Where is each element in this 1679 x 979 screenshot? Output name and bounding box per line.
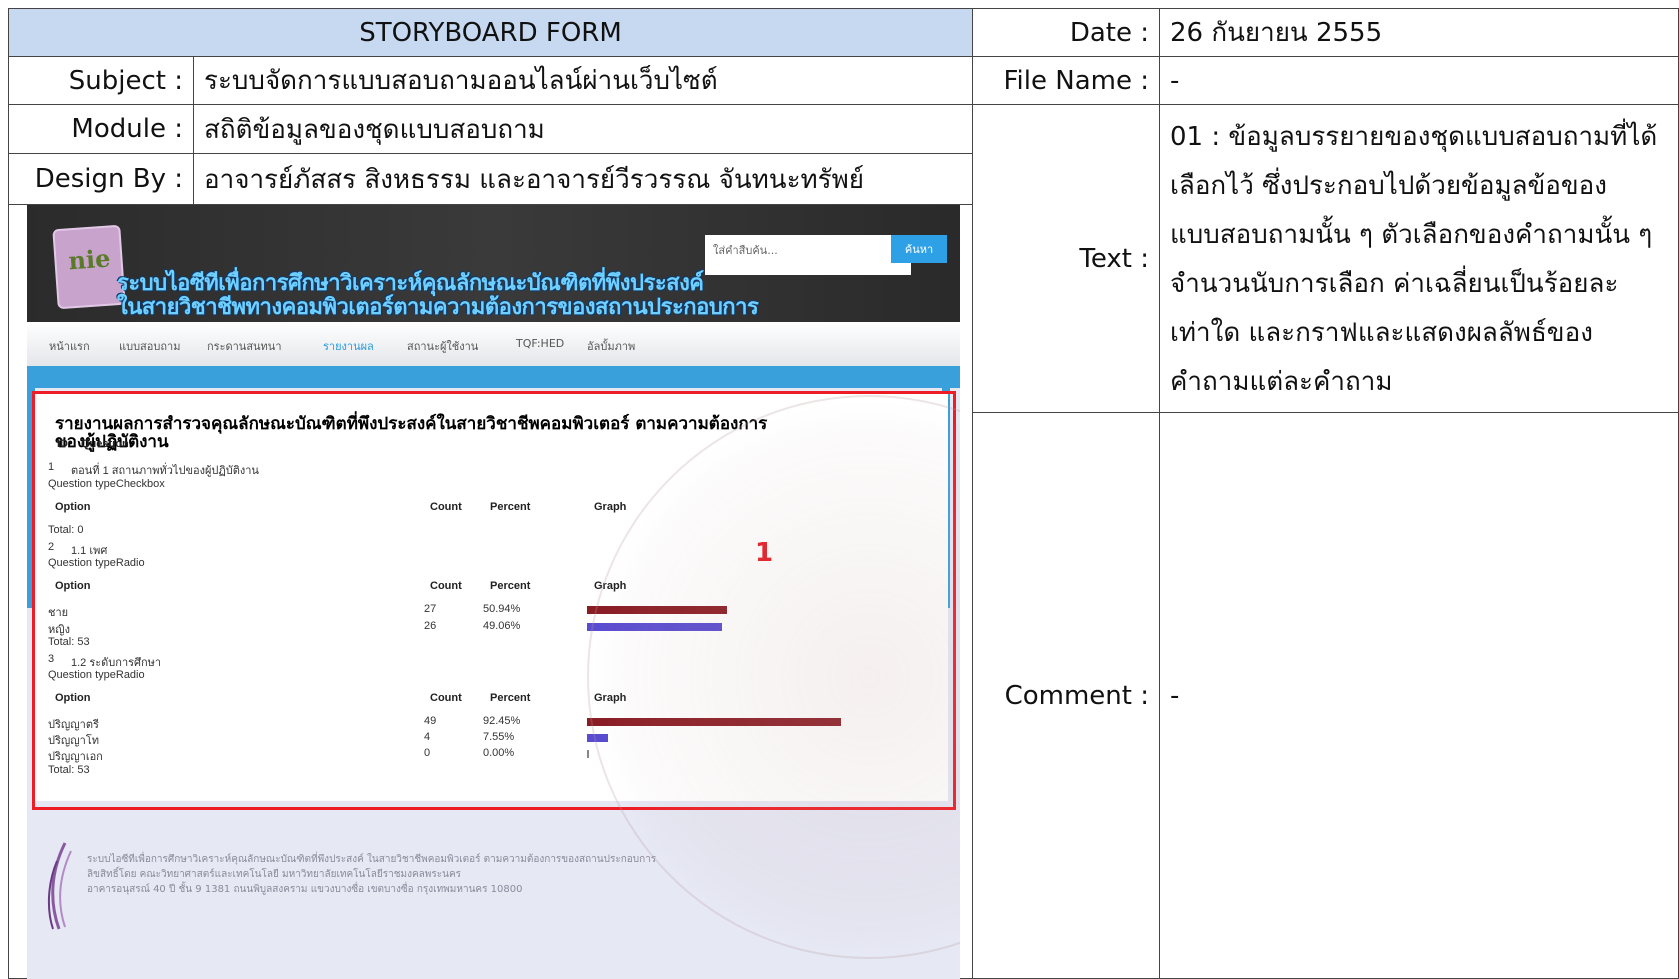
nav-user-status[interactable]: สถานะผู้ใช้งาน bbox=[407, 337, 478, 355]
comment-value: - bbox=[1159, 412, 1679, 979]
module-label: Module : bbox=[8, 104, 194, 154]
content-top-bar bbox=[27, 366, 960, 388]
design-value-text: อาจารย์ภัสสร สิงหธรรม และอาจารย์วีรวรรณ … bbox=[204, 164, 865, 195]
text-line: 01 : ข้อมูลบรรยายของชุดแบบสอบถามที่ได้ bbox=[1170, 122, 1658, 152]
search-button[interactable]: ค้นหา bbox=[891, 235, 947, 263]
logo-text: nie bbox=[67, 243, 112, 276]
date-label-text: Date : bbox=[1069, 17, 1149, 48]
subject-value-text: ระบบจัดการแบบสอบถามออนไลน์ผ่านเว็บไซต์ bbox=[204, 66, 718, 96]
website-screenshot: nie ระบบไอซีทีเพื่อการศึกษาวิเคราะห์คุณล… bbox=[27, 205, 960, 979]
nav-album[interactable]: อัลบั้มภาพ bbox=[587, 337, 635, 355]
highlight-box-1 bbox=[32, 391, 956, 810]
filename-label-text: File Name : bbox=[1003, 65, 1149, 96]
text-label-text: Text : bbox=[1079, 243, 1149, 274]
design-label: Design By : bbox=[8, 153, 194, 205]
search-input[interactable]: ใส่คำสืบค้น... bbox=[705, 235, 911, 275]
footer-line2: ลิขสิทธิ์โดย คณะวิทยาศาสตร์และเทคโนโลยี … bbox=[87, 869, 462, 880]
form-title-text: STORYBOARD FORM bbox=[359, 17, 622, 48]
feather-logo-icon bbox=[47, 842, 72, 930]
nav-forum[interactable]: กระดานสนทนา bbox=[207, 337, 282, 355]
text-line: เท่าใด และกราฟและแสดงผลลัพธ์ของ bbox=[1170, 318, 1593, 348]
nav-questionnaire[interactable]: แบบสอบถาม bbox=[119, 337, 180, 355]
design-label-text: Design By : bbox=[34, 164, 183, 194]
subject-value: ระบบจัดการแบบสอบถามออนไลน์ผ่านเว็บไซต์ bbox=[193, 56, 973, 105]
comment-value-text: - bbox=[1170, 680, 1180, 711]
text-line: คำถามแต่ละคำถาม bbox=[1170, 367, 1393, 397]
form-title: STORYBOARD FORM bbox=[8, 8, 973, 57]
text-line: เลือกไว้ ซึ่งประกอบไปด้วยข้อมูลข้อของ bbox=[1170, 171, 1607, 201]
site-navbar: หน้าแรก แบบสอบถาม กระดานสนทนา รายงานผล ส… bbox=[27, 322, 960, 366]
nav-report[interactable]: รายงานผล bbox=[323, 337, 374, 355]
module-value: สถิติข้อมูลของชุดแบบสอบถาม bbox=[193, 104, 973, 154]
site-logo[interactable]: nie bbox=[52, 224, 126, 310]
comment-label-text: Comment : bbox=[1004, 680, 1149, 711]
date-label: Date : bbox=[972, 8, 1160, 57]
text-line: จำนวนนับการเลือก ค่าเฉลี่ยนเป็นร้อยละ bbox=[1170, 269, 1619, 299]
footer-line1: ระบบไอซีทีเพื่อการศึกษาวิเคราะห์คุณลักษณ… bbox=[87, 854, 657, 865]
nav-home[interactable]: หน้าแรก bbox=[49, 337, 90, 355]
comment-label: Comment : bbox=[972, 412, 1160, 979]
text-line: แบบสอบถามนั้น ๆ ตัวเลือกของคำถามนั้น ๆ bbox=[1170, 220, 1653, 250]
design-value: อาจารย์ภัสสร สิงหธรรม และอาจารย์วีรวรรณ … bbox=[193, 153, 973, 205]
text-value: 01 : ข้อมูลบรรยายของชุดแบบสอบถามที่ได้ เ… bbox=[1159, 104, 1679, 413]
banner-title-line2: ในสายวิชาชีพทางคอมพิวเตอร์ตามความต้องการ… bbox=[117, 295, 759, 320]
filename-value-text: - bbox=[1170, 65, 1180, 96]
site-footer bbox=[27, 821, 960, 979]
date-value: 26 กันยายน 2555 bbox=[1159, 8, 1679, 57]
module-label-text: Module : bbox=[71, 114, 183, 144]
footer-line3: อาคารอนุสรณ์ 40 ปี ชั้น 9 1381 ถนนพิบูลส… bbox=[87, 884, 523, 895]
subject-label: Subject : bbox=[8, 56, 194, 105]
module-value-text: สถิติข้อมูลของชุดแบบสอบถาม bbox=[204, 114, 545, 145]
date-value-text: 26 กันยายน 2555 bbox=[1170, 18, 1383, 48]
text-label: Text : bbox=[972, 104, 1160, 413]
site-banner: nie ระบบไอซีทีเพื่อการศึกษาวิเคราะห์คุณล… bbox=[27, 205, 960, 322]
filename-value: - bbox=[1159, 56, 1679, 105]
filename-label: File Name : bbox=[972, 56, 1160, 105]
subject-label-text: Subject : bbox=[68, 65, 183, 96]
nav-tqf-hed[interactable]: TQF:HED bbox=[516, 337, 564, 350]
